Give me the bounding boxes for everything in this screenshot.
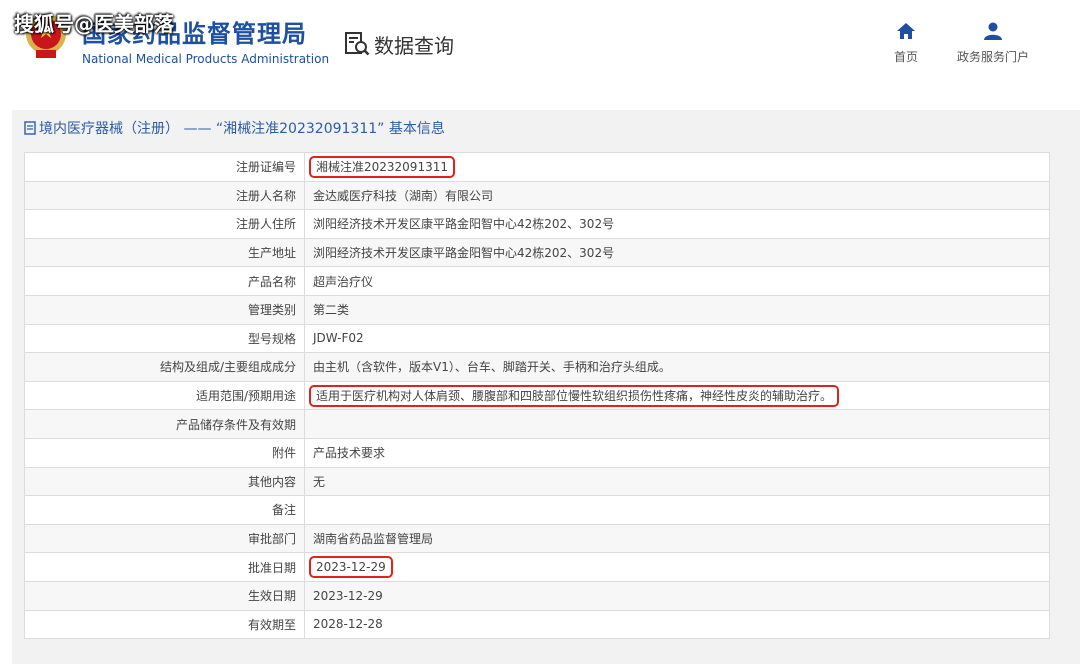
row-label: 型号规格 — [24, 323, 305, 354]
row-value — [304, 495, 1050, 525]
row-label: 产品储存条件及有效期 — [24, 409, 305, 439]
row-label: 产品名称 — [24, 266, 305, 296]
table-row: 产品名称 超声治疗仪 — [24, 266, 1050, 296]
document-icon — [24, 121, 36, 135]
table-row: 管理类别 第二类 — [24, 294, 1050, 325]
row-value: JDW-F02 — [304, 323, 1050, 354]
row-label: 其他内容 — [24, 466, 305, 497]
row-label: 审批部门 — [24, 523, 305, 554]
home-icon — [897, 23, 915, 39]
table-row: 注册人住所 浏阳经济技术开发区康平路金阳智中心42栋202、302号 — [24, 209, 1050, 239]
row-value: 金达威医疗科技（湖南）有限公司 — [304, 180, 1050, 211]
row-value: 湘械注准20232091311 — [304, 152, 1050, 182]
row-label: 注册人住所 — [24, 209, 305, 239]
table-row: 生效日期 2023-12-29 — [24, 580, 1050, 611]
row-value: 2023-12-29 — [304, 580, 1050, 611]
row-value: 2028-12-28 — [304, 609, 1050, 640]
detail-panel: 境内医疗器械（注册） —— “湘械注准20232091311” 基本信息 注册证… — [12, 110, 1080, 664]
brand-name-en: National Medical Products Administration — [82, 52, 330, 66]
registration-info-table: 注册证编号 湘械注准20232091311 注册人名称 金达威医疗科技（湖南）有限公… — [24, 152, 1050, 640]
data-query-label: 数据查询 — [374, 33, 454, 58]
row-label: 适用范围/预期用途 — [24, 380, 305, 411]
row-label: 备注 — [24, 495, 305, 525]
row-value: 浏阳经济技术开发区康平路金阳智中心42栋202、302号 — [304, 237, 1050, 268]
panel-title: 境内医疗器械（注册） —— “湘械注准20232091311” 基本信息 — [24, 118, 445, 138]
table-row: 产品储存条件及有效期 — [24, 409, 1050, 439]
row-label: 管理类别 — [24, 294, 305, 325]
nav-portal-label: 政务服务门户 — [956, 50, 1029, 64]
table-row: 附件 产品技术要求 — [24, 437, 1050, 468]
row-label: 注册人名称 — [24, 180, 305, 211]
intended-use-highlight: 适用于医疗机构对人体肩颈、腰腹部和四肢部位慢性软组织损伤性疼痛，神经性皮炎的辅助… — [308, 385, 840, 408]
row-value: 无 — [304, 466, 1050, 497]
table-row: 批准日期 2023-12-29 — [24, 552, 1050, 582]
table-row: 型号规格 JDW-F02 — [24, 323, 1050, 354]
data-query-title: 数据查询 — [344, 30, 454, 58]
row-value: 产品技术要求 — [304, 437, 1050, 468]
row-value: 浏阳经济技术开发区康平路金阳智中心42栋202、302号 — [304, 209, 1050, 239]
row-label: 生产地址 — [24, 237, 305, 268]
row-label: 有效期至 — [24, 609, 305, 640]
row-value: 湖南省药品监督管理局 — [304, 523, 1050, 554]
table-row: 注册证编号 湘械注准20232091311 — [24, 152, 1050, 182]
row-label: 批准日期 — [24, 552, 305, 582]
table-row: 其他内容无 — [24, 466, 1050, 497]
table-row: 有效期至 2028-12-28 — [24, 609, 1050, 640]
table-row: 适用范围/预期用途 适用于医疗机构对人体肩颈、腰腹部和四肢部位慢性软组织损伤性疼痛… — [24, 380, 1050, 411]
row-label: 结构及组成/主要组成成分 — [24, 352, 305, 382]
row-value: 第二类 — [304, 294, 1050, 325]
row-value: 超声治疗仪 — [304, 266, 1050, 296]
panel-title-text: 境内医疗器械（注册） —— “湘械注准20232091311” 基本信息 — [39, 121, 445, 137]
user-icon — [984, 22, 1002, 40]
watermark: 搜狐号@医美部落 — [14, 12, 174, 36]
certificate-number-highlight: 湘械注准20232091311 — [309, 156, 455, 179]
row-value: 2023-12-29 — [304, 552, 1050, 582]
row-label: 生效日期 — [24, 580, 305, 611]
nav-home[interactable]: 首页 — [886, 22, 926, 65]
row-label: 注册证编号 — [24, 152, 305, 182]
row-value — [304, 409, 1050, 439]
table-row: 生产地址 浏阳经济技术开发区康平路金阳智中心42栋202、302号 — [24, 237, 1050, 268]
table-row: 备注 — [24, 495, 1050, 525]
row-value: 由主机（含软件，版本V1）、台车、脚踏开关、手柄和治疗头组成。 — [304, 352, 1050, 382]
document-search-icon — [345, 32, 370, 56]
table-row: 结构及组成/主要组成成分 由主机（含软件，版本V1）、台车、脚踏开关、手柄和治疗头… — [24, 352, 1050, 382]
table-row: 审批部门 湖南省药品监督管理局 — [24, 523, 1050, 554]
row-label: 附件 — [24, 437, 305, 468]
table-row: 注册人名称 金达威医疗科技（湖南）有限公司 — [24, 180, 1050, 211]
nav-home-label: 首页 — [893, 50, 918, 64]
approval-date-highlight: 2023-12-29 — [309, 556, 393, 579]
nav-service-portal[interactable]: 政务服务门户 — [952, 22, 1034, 65]
row-value: 适用于医疗机构对人体肩颈、腰腹部和四肢部位慢性软组织损伤性疼痛，神经性皮炎的辅助… — [304, 380, 1050, 411]
site-header: 国家药品监督管理局 National Medical Products Admi… — [0, 0, 1080, 100]
